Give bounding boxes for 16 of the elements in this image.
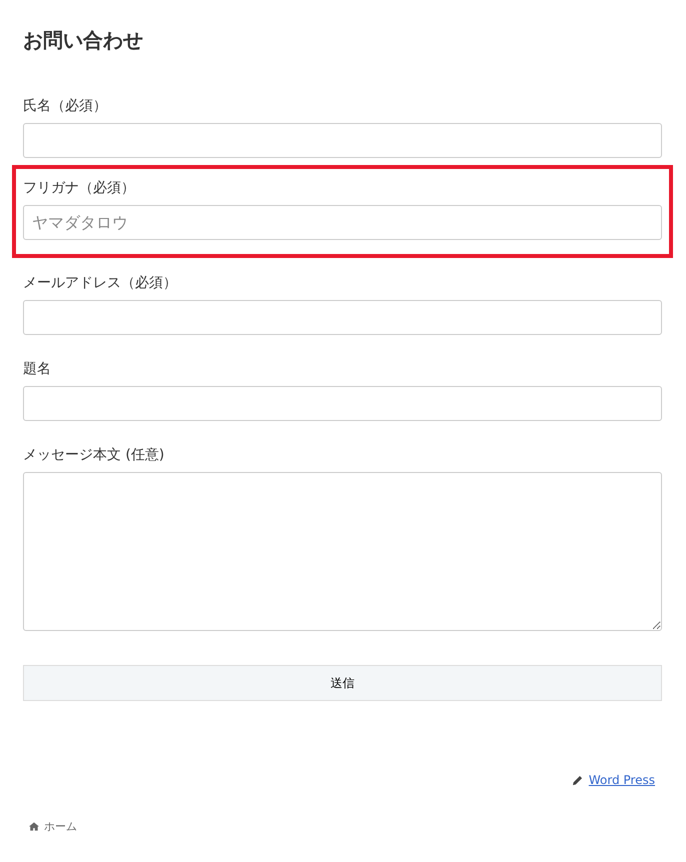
input-field[interactable]: ヤマダタロウ — [23, 205, 662, 240]
input-field[interactable] — [23, 386, 662, 421]
input-field[interactable] — [23, 300, 662, 335]
message-field[interactable] — [23, 472, 662, 631]
home-icon — [29, 822, 39, 831]
home-link[interactable]: ホーム — [44, 819, 77, 834]
input-field[interactable] — [23, 123, 662, 158]
field-label: フリガナ（必須） — [23, 179, 136, 198]
edit-link[interactable]: Word Press — [588, 773, 655, 787]
page-title: お問い合わせ — [23, 27, 144, 54]
field-label: メッセージ本文 (任意) — [23, 446, 166, 465]
pencil-icon — [572, 774, 583, 786]
field-label: メールアドレス（必須） — [23, 274, 178, 293]
field-label: 氏名（必須） — [23, 97, 108, 116]
submit-button[interactable]: 送信 — [23, 665, 662, 701]
field-label: 題名 — [23, 360, 52, 379]
